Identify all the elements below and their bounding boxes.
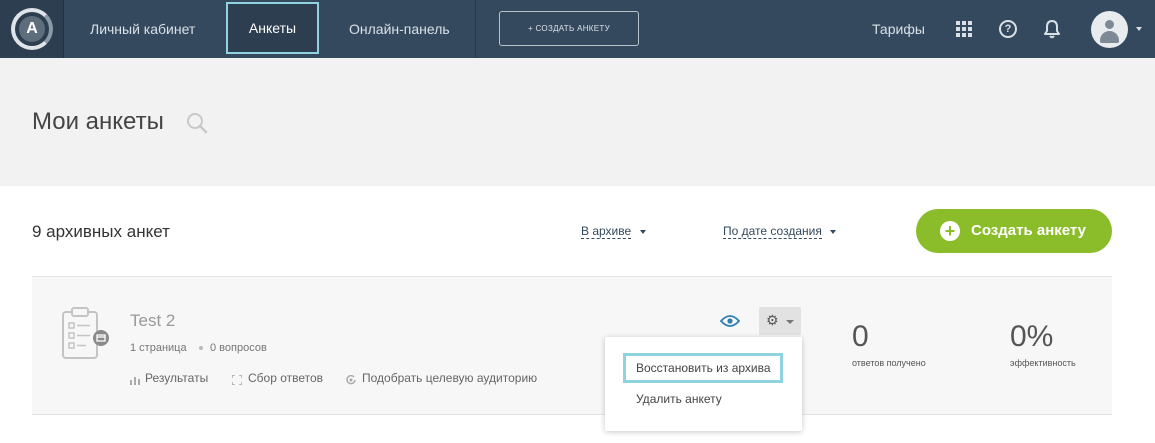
create-survey-button[interactable]: + Создать анкету xyxy=(916,209,1112,253)
responses-label: ответов получено xyxy=(852,358,926,368)
create-survey-nav-button[interactable]: + СОЗДАТЬ АНКЕТУ xyxy=(499,11,639,46)
chevron-down-icon xyxy=(786,320,794,324)
survey-card xyxy=(32,276,1112,415)
nav-item-surveys[interactable]: Анкеты xyxy=(226,2,319,54)
nav-divider xyxy=(475,0,476,58)
nav-item-tariffs[interactable]: Тарифы xyxy=(872,0,925,58)
efficiency-value: 0% xyxy=(1010,320,1054,353)
preview-eye-icon[interactable] xyxy=(719,314,741,328)
app-logo[interactable]: A xyxy=(0,0,64,58)
plus-circle-icon: + xyxy=(940,221,960,241)
bell-icon[interactable] xyxy=(1043,19,1061,39)
status-filter-dropdown[interactable]: В архиве xyxy=(581,224,632,239)
archived-count-title: 9 архивных анкет xyxy=(32,222,170,241)
sort-filter-dropdown[interactable]: По дате создания xyxy=(723,224,822,239)
target-audience-link[interactable]: Подобрать целевую аудиторию xyxy=(362,371,537,385)
responses-count: 0 xyxy=(852,320,869,353)
survey-title[interactable]: Test 2 xyxy=(130,311,175,331)
target-icon xyxy=(346,372,356,385)
settings-dropdown-menu: Восстановить из архива Удалить анкету xyxy=(605,337,802,431)
nav-item-online-panel[interactable]: Онлайн-панель xyxy=(349,0,450,58)
top-navigation-bar: A Личный кабинет Анкеты Онлайн-панель + … xyxy=(0,0,1155,58)
avatar-head xyxy=(1105,20,1114,29)
page-title: Мои анкеты xyxy=(32,108,164,135)
bar-chart-icon xyxy=(130,372,140,385)
chevron-down-icon[interactable] xyxy=(640,230,646,234)
user-avatar-icon[interactable] xyxy=(1091,11,1128,48)
chevron-down-icon[interactable] xyxy=(830,230,836,234)
nav-item-personal-account[interactable]: Личный кабинет xyxy=(90,0,195,58)
chevron-down-icon[interactable] xyxy=(1136,27,1142,31)
results-link[interactable]: Результаты xyxy=(145,371,208,385)
logo-letter: A xyxy=(19,16,45,42)
delete-survey-item[interactable]: Удалить анкету xyxy=(636,392,722,406)
collect-responses-link[interactable]: Сбор ответов xyxy=(248,371,323,385)
gear-icon: ⚙ xyxy=(766,312,779,328)
create-survey-label: Создать анкету xyxy=(971,222,1086,239)
logo-ring: A xyxy=(11,8,53,50)
help-icon[interactable]: ? xyxy=(999,20,1017,38)
collect-icon xyxy=(231,372,243,386)
meta-separator xyxy=(199,346,203,350)
efficiency-label: эффективность xyxy=(1010,358,1076,368)
search-icon[interactable] xyxy=(186,112,208,134)
page-header xyxy=(0,58,1155,186)
survey-question-count: 0 вопросов xyxy=(210,342,267,354)
survey-settings-button[interactable]: ⚙ xyxy=(759,307,801,335)
survey-page-count: 1 страница xyxy=(130,342,187,354)
apps-grid-icon[interactable] xyxy=(956,21,972,37)
clipboard-icon xyxy=(60,306,112,364)
restore-from-archive-item[interactable]: Восстановить из архива xyxy=(623,353,783,383)
avatar-body xyxy=(1100,31,1119,43)
